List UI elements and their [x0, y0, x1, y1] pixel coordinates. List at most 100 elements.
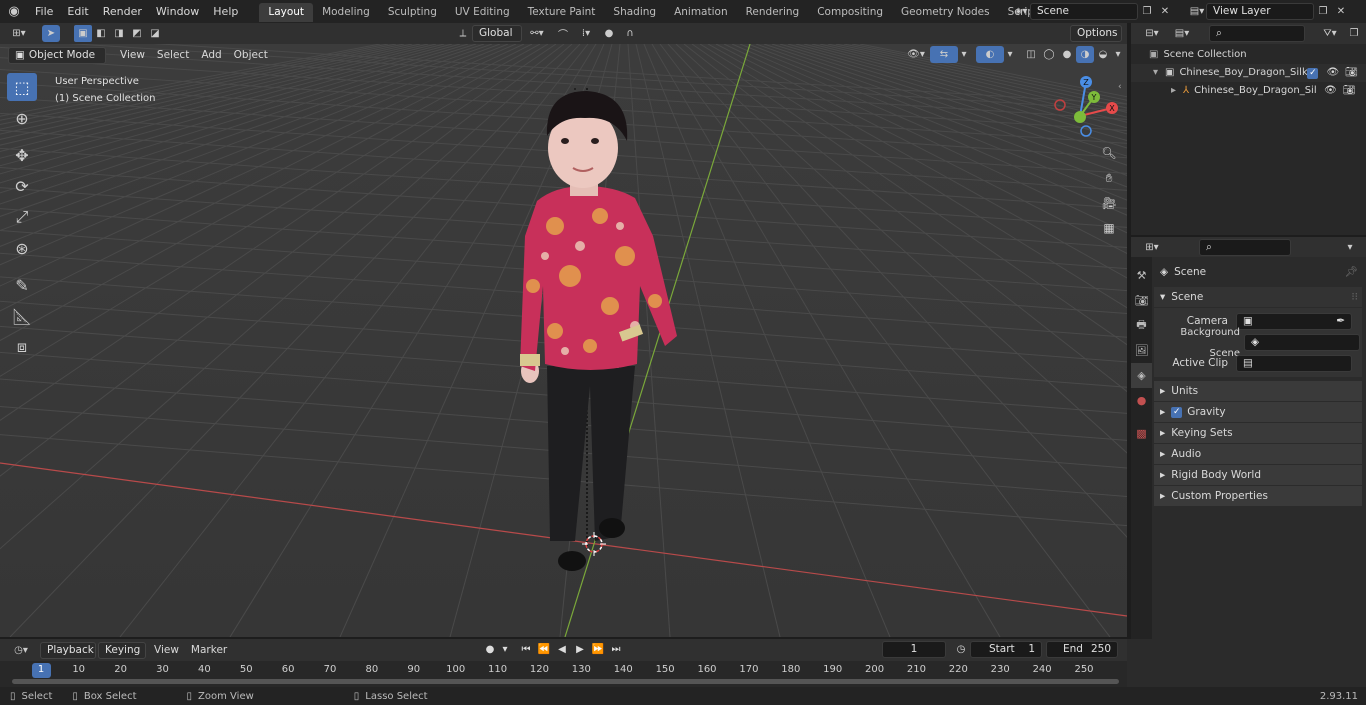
eye-icon[interactable]: 👁︎ — [1324, 82, 1337, 100]
keying-menu[interactable]: Keying — [98, 641, 146, 659]
menu-edit[interactable]: Edit — [60, 0, 95, 23]
collapse-arrow-icon[interactable]: ▸ — [1171, 82, 1183, 100]
snap-toggle-icon[interactable]: ⌒ — [552, 25, 574, 42]
tool-transform-icon[interactable]: ⊛ — [7, 234, 37, 262]
rigid-body-world-panel[interactable]: ▸ Rigid Body World — [1154, 465, 1362, 486]
zoom-icon[interactable]: 🔍︎ — [1098, 142, 1120, 164]
menu-render[interactable]: Render — [96, 0, 149, 23]
options-dropdown[interactable]: Options — [1070, 25, 1122, 42]
proportional-falloff-icon[interactable]: ∩ — [620, 25, 640, 42]
tab-rendering[interactable]: Rendering — [737, 3, 809, 22]
transform-orientation-dropdown[interactable]: Global — [472, 25, 522, 42]
outliner-item-armature[interactable]: ▸ ⅄ Chinese_Boy_Dragon_Sil 👁︎ 📷︎ — [1131, 82, 1366, 100]
eyedropper-icon[interactable]: ✒ — [1336, 314, 1345, 329]
tool-annotate-icon[interactable]: ✎ — [7, 271, 37, 299]
timeline-view-menu[interactable]: View — [148, 642, 185, 659]
background-scene-field[interactable]: ◈ — [1244, 334, 1360, 351]
tool-select-box-icon[interactable]: ⬚ — [7, 73, 37, 101]
drag-handle-icon[interactable]: ⁝⁝ — [1351, 287, 1358, 308]
render-tab-icon[interactable]: 📷︎ — [1131, 288, 1152, 313]
shading-material-icon[interactable]: ◑ — [1076, 46, 1094, 63]
close-view-layer-icon[interactable]: ✕ — [1332, 3, 1350, 20]
camera-field[interactable]: ▣ ✒ — [1236, 313, 1352, 330]
overlay-toggle-icon[interactable]: ◐ — [976, 46, 1004, 63]
proportional-edit-icon[interactable]: ● — [598, 25, 620, 42]
outliner-item-collection[interactable]: ▾ ▣ Chinese_Boy_Dragon_Silk_Cc ✓ 👁︎ 📷︎ — [1131, 64, 1366, 82]
tab-modeling[interactable]: Modeling — [313, 3, 379, 22]
ortho-grid-icon[interactable]: ▦ — [1098, 217, 1120, 239]
eye-icon[interactable]: 👁︎ — [1326, 64, 1339, 82]
camera-render-icon[interactable]: 📷︎ — [1345, 64, 1358, 82]
end-frame-field[interactable]: End 250 — [1046, 641, 1118, 658]
select-intersect-icon[interactable]: ◪ — [146, 25, 164, 42]
custom-properties-panel[interactable]: ▸ Custom Properties — [1154, 486, 1362, 507]
jump-start-icon[interactable]: ⏮ — [517, 641, 535, 658]
select-invert-icon[interactable]: ◩ — [128, 25, 146, 42]
play-reverse-icon[interactable]: ◀ — [553, 641, 571, 658]
menu-file[interactable]: File — [28, 0, 60, 23]
timeline-editor-type-icon[interactable]: ◷▾ — [6, 642, 36, 659]
tab-geometry-nodes[interactable]: Geometry Nodes — [892, 3, 999, 22]
pan-hand-icon[interactable]: ✋︎ — [1098, 167, 1120, 189]
object-mode-dropdown[interactable]: ▣ Object Mode — [8, 46, 106, 64]
tool-measure-icon[interactable]: 📐︎ — [7, 302, 37, 330]
start-frame-field[interactable]: Start 1 — [970, 641, 1042, 658]
tab-uv-editing[interactable]: UV Editing — [446, 3, 519, 22]
close-scene-icon[interactable]: ✕ — [1156, 3, 1174, 20]
tool-move-icon[interactable]: ✥ — [7, 141, 37, 169]
prev-keyframe-icon[interactable]: ⏪ — [535, 641, 553, 658]
menu-object[interactable]: Object — [228, 47, 274, 64]
shading-wireframe-icon[interactable]: ◯ — [1040, 46, 1058, 63]
record-dropdown-icon[interactable]: ▾ — [499, 641, 511, 658]
scene-tab-icon[interactable]: ◈ — [1131, 363, 1152, 388]
camera-render-icon[interactable]: 📷︎ — [1343, 82, 1356, 100]
outliner-display-mode-icon[interactable]: ▤▾ — [1167, 25, 1197, 42]
menu-add[interactable]: Add — [195, 47, 227, 64]
properties-options-icon[interactable]: ▾ — [1341, 239, 1359, 256]
jump-end-icon[interactable]: ⏭ — [607, 641, 625, 658]
current-frame-field[interactable]: 1 — [882, 641, 946, 658]
keying-sets-panel[interactable]: ▸ Keying Sets — [1154, 423, 1362, 444]
select-subtract-icon[interactable]: ◨ — [110, 25, 128, 42]
3d-cursor-icon[interactable] — [582, 532, 606, 556]
view-layer-field[interactable]: View Layer — [1206, 3, 1314, 20]
select-extend-icon[interactable]: ◧ — [92, 25, 110, 42]
gizmo-toggle-icon[interactable]: ⇆ — [930, 46, 958, 63]
next-keyframe-icon[interactable]: ⏩ — [589, 641, 607, 658]
copy-view-layer-icon[interactable]: ❐ — [1314, 3, 1332, 20]
outliner-search-input[interactable]: ⌕ — [1209, 25, 1305, 42]
expand-arrow-icon[interactable]: ▾ — [1153, 64, 1165, 82]
tab-animation[interactable]: Animation — [665, 3, 737, 22]
tab-compositing[interactable]: Compositing — [808, 3, 892, 22]
units-panel[interactable]: ▸ Units — [1154, 381, 1362, 402]
menu-view[interactable]: View — [114, 47, 151, 64]
gizmo-dropdown-icon[interactable]: ▾ — [958, 46, 970, 63]
outliner-filter-icon[interactable]: ⛛▾ — [1315, 25, 1345, 42]
blender-logo-icon[interactable]: ◉ — [0, 3, 28, 20]
visibility-filter-icon[interactable]: 👁︎▾ — [902, 46, 930, 63]
pivot-point-icon[interactable]: ⚯▾ — [522, 25, 552, 42]
active-clip-field[interactable]: ▤ — [1236, 355, 1352, 372]
play-icon[interactable]: ▶ — [571, 641, 589, 658]
3d-viewport[interactable]: User Perspective (1) Scene Collection Z … — [0, 44, 1127, 637]
timeline-ruler[interactable]: 1 10 20 30 40 50 60 70 80 90 100 110 120 130 140 150 160… — [0, 661, 1127, 687]
menu-select[interactable]: Select — [151, 47, 195, 64]
view-layer-tab-icon[interactable]: 🖼︎ — [1131, 338, 1152, 363]
scene-panel-header[interactable]: ▾ Scene ⁝⁝ — [1154, 287, 1362, 308]
preview-range-icon[interactable]: ◷ — [952, 641, 970, 658]
texture-tab-icon[interactable]: ▩ — [1131, 421, 1152, 446]
tab-texture-paint[interactable]: Texture Paint — [519, 3, 605, 22]
outliner-editor-type-icon[interactable]: ⊟▾ — [1137, 25, 1167, 42]
tab-sculpting[interactable]: Sculpting — [379, 3, 446, 22]
tab-layout[interactable]: Layout — [259, 3, 314, 22]
shading-rendered-icon[interactable]: ◒ — [1094, 46, 1112, 63]
shading-dropdown-icon[interactable]: ▾ — [1112, 46, 1124, 63]
tool-add-cube-icon[interactable]: ⧈ — [7, 333, 37, 361]
tab-shading[interactable]: Shading — [604, 3, 665, 22]
camera-view-icon[interactable]: 🎥︎ — [1098, 192, 1120, 214]
tool-scale-icon[interactable]: ⤢ — [7, 203, 37, 231]
menu-help[interactable]: Help — [206, 0, 245, 23]
overlay-dropdown-icon[interactable]: ▾ — [1004, 46, 1016, 63]
tool-rotate-icon[interactable]: ⟳ — [7, 172, 37, 200]
tool-tab-icon[interactable]: ⚒ — [1131, 263, 1152, 288]
